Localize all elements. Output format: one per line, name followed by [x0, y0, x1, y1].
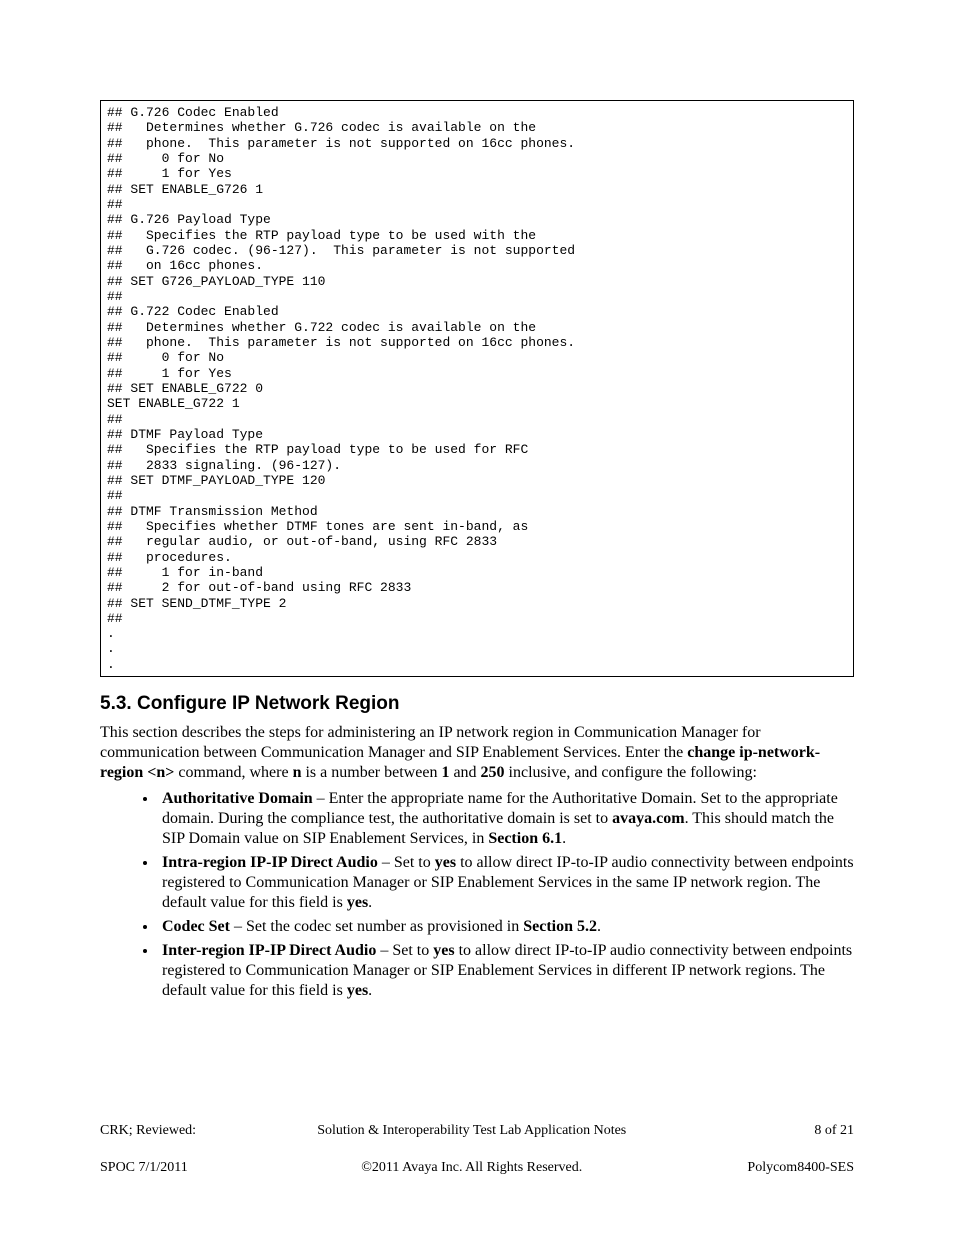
- footer-center: Solution & Interoperability Test Lab App…: [196, 1104, 747, 1195]
- text: is a number between: [301, 764, 441, 781]
- footer-right: 8 of 21 Polycom8400-SES: [747, 1104, 854, 1195]
- text: .: [368, 982, 372, 999]
- text: inclusive, and configure the following:: [505, 764, 757, 781]
- list-item: Codec Set – Set the codec set number as …: [158, 917, 854, 937]
- text: This section describes the steps for adm…: [100, 724, 761, 761]
- page-number: 8 of 21: [747, 1122, 854, 1140]
- section-number: 5.3.: [100, 693, 132, 714]
- page-footer: CRK; Reviewed: SPOC 7/1/2011 Solution & …: [100, 1104, 854, 1195]
- text: .: [597, 918, 601, 935]
- section-title: Configure IP Network Region: [137, 693, 400, 714]
- value-yes: yes: [347, 894, 368, 911]
- bullet-list: Authoritative Domain – Enter the appropr…: [100, 789, 854, 1001]
- value-yes: yes: [435, 854, 456, 871]
- text: and: [449, 764, 480, 781]
- doc-id: Polycom8400-SES: [747, 1159, 854, 1177]
- text: – Set to: [378, 854, 435, 871]
- intro-paragraph: This section describes the steps for adm…: [100, 723, 854, 783]
- footer-text: Solution & Interoperability Test Lab App…: [196, 1122, 747, 1140]
- text: command, where: [174, 764, 292, 781]
- text: .: [368, 894, 372, 911]
- domain-name: avaya.com: [612, 810, 684, 827]
- footer-text: SPOC 7/1/2011: [100, 1159, 196, 1177]
- field-label: Codec Set: [162, 918, 230, 935]
- section-ref: Section 5.2: [523, 918, 597, 935]
- footer-left: CRK; Reviewed: SPOC 7/1/2011: [100, 1104, 196, 1195]
- config-code-block: ## G.726 Codec Enabled ## Determines whe…: [100, 100, 854, 677]
- value-yes: yes: [347, 982, 368, 999]
- section-heading: 5.3. Configure IP Network Region: [100, 693, 854, 715]
- document-page: ## G.726 Codec Enabled ## Determines whe…: [0, 0, 954, 1235]
- value-yes: yes: [433, 942, 454, 959]
- footer-text: ©2011 Avaya Inc. All Rights Reserved.: [196, 1159, 747, 1177]
- text: – Set the codec set number as provisione…: [230, 918, 523, 935]
- text: – Set to: [376, 942, 433, 959]
- list-item: Authoritative Domain – Enter the appropr…: [158, 789, 854, 849]
- text: .: [562, 830, 566, 847]
- field-label: Inter-region IP-IP Direct Audio: [162, 942, 376, 959]
- footer-text: CRK; Reviewed:: [100, 1122, 196, 1140]
- list-item: Intra-region IP-IP Direct Audio – Set to…: [158, 853, 854, 913]
- section-ref: Section 6.1: [488, 830, 562, 847]
- field-label: Authoritative Domain: [162, 790, 313, 807]
- list-item: Inter-region IP-IP Direct Audio – Set to…: [158, 941, 854, 1001]
- number-250: 250: [481, 764, 505, 781]
- field-label: Intra-region IP-IP Direct Audio: [162, 854, 378, 871]
